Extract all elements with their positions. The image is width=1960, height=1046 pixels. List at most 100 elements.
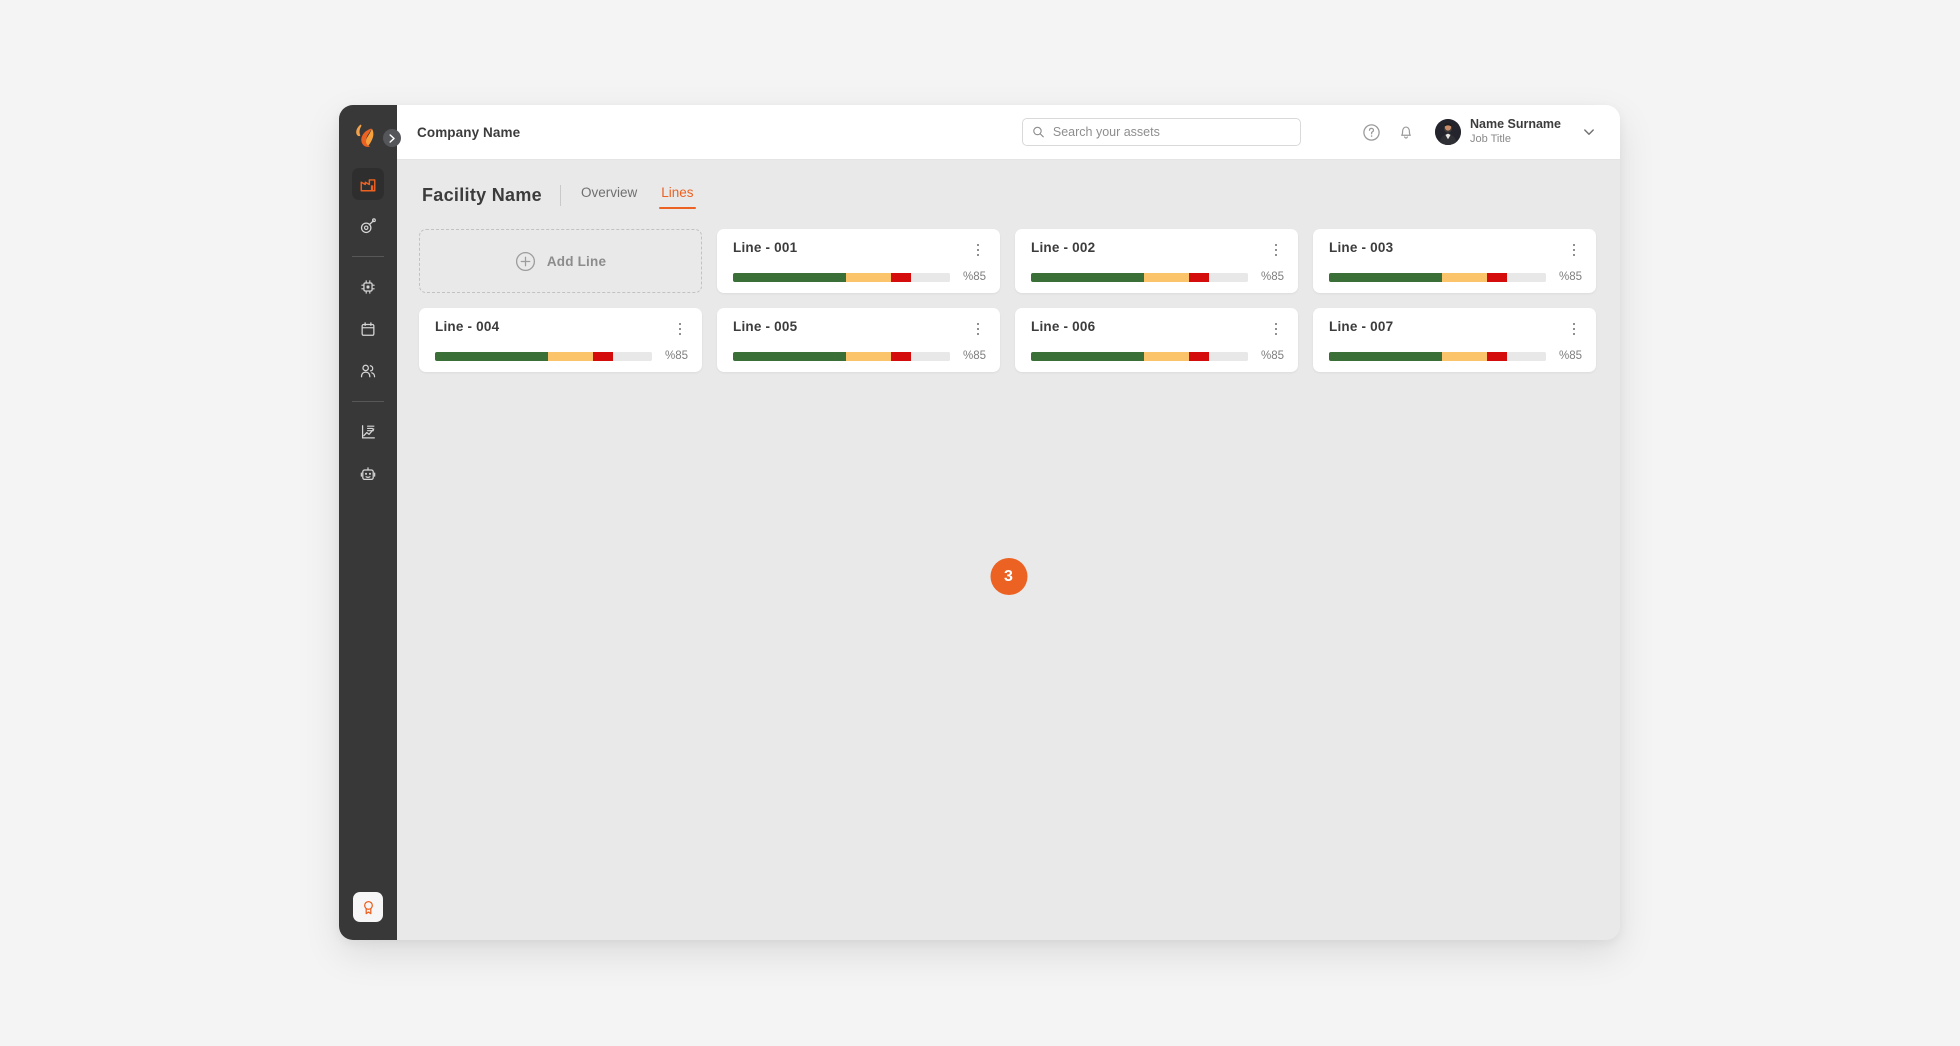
progress-segment [1208,272,1248,282]
line-card-header: Line - 003 [1329,240,1582,259]
sidebar-item-teams[interactable] [352,355,384,387]
bell-icon [1401,126,1411,139]
line-progress-bar [1031,351,1248,361]
line-card-menu-button[interactable] [1566,320,1582,338]
chip-icon [361,280,375,294]
tab-lines[interactable]: Lines [659,182,696,209]
progress-segment [733,272,846,282]
kebab-dot [1274,332,1278,336]
line-card-title: Line - 001 [733,240,798,255]
line-card[interactable]: Line - 001 %85 [717,229,1000,293]
sidebar-divider-1 [352,256,384,257]
report-chart-icon [361,425,375,439]
line-card-menu-button[interactable] [1566,241,1582,259]
plus-circle-icon [515,251,535,271]
avatar-image [1434,119,1461,145]
line-progress-bar [1329,351,1546,361]
collapse-sidebar-button[interactable] [383,129,401,147]
line-progress-row: %85 [733,271,986,283]
line-card[interactable]: Line - 004 %85 [419,308,702,372]
kebab-dot [976,327,980,331]
lines-grid: Add Line Line - 001 %85 Line - 002 %85 Line … [419,229,1596,372]
kebab-dot [1274,322,1278,326]
sidebar-item-assets[interactable] [352,210,384,242]
award-icon [363,900,373,914]
chevron-down-icon [1584,129,1594,135]
line-card[interactable]: Line - 003 %85 [1313,229,1596,293]
line-card-menu-button[interactable] [672,320,688,338]
help-circle-icon [1363,123,1381,141]
line-card-header: Line - 007 [1329,319,1582,338]
line-progress-row: %85 [435,350,688,362]
sidebar-item-factory[interactable] [352,168,384,200]
line-percent-label: %85 [1260,271,1284,283]
progress-segment [910,351,950,361]
line-card-title: Line - 006 [1031,319,1096,334]
progress-segment [845,351,892,361]
sidebar-nav-primary [339,163,397,495]
app-logo[interactable] [348,119,401,153]
progress-segment [1506,272,1546,282]
main-panel: Company Name Search your assets Name Sur… [397,105,1620,940]
line-card-title: Line - 002 [1031,240,1096,255]
line-percent-label: %85 [1558,271,1582,283]
line-card-header: Line - 001 [733,240,986,259]
line-card[interactable]: Line - 006 %85 [1015,308,1298,372]
user-name: Name Surname [1469,117,1561,132]
help-button[interactable] [1357,117,1387,147]
user-menu-toggle[interactable] [1582,125,1596,139]
add-line-label: Add Line [546,253,607,269]
line-card[interactable]: Line - 007 %85 [1313,308,1596,372]
factory-icon [360,179,376,192]
topbar-actions: Name Surname Job Title [1353,117,1596,147]
progress-segment [891,272,911,282]
robot-icon [360,467,376,481]
sidebar-item-achievements[interactable] [353,892,383,922]
app-window: Company Name Search your assets Name Sur… [339,105,1620,940]
tab-overview[interactable]: Overview [579,182,639,209]
progress-segment [1031,272,1144,282]
avatar [1434,119,1461,145]
add-line-button[interactable]: Add Line [419,229,702,293]
progress-segment [845,272,892,282]
line-card-title: Line - 007 [1329,319,1394,334]
line-progress-bar [733,272,950,282]
user-menu[interactable]: Name Surname Job Title [1434,117,1596,146]
progress-segment [891,351,911,361]
line-card-header: Line - 004 [435,319,688,338]
progress-segment [612,351,652,361]
search-icon [1033,126,1044,138]
header-divider [559,185,561,206]
line-card[interactable]: Line - 005 %85 [717,308,1000,372]
search-box[interactable] [1021,118,1301,146]
kebab-dot [1572,332,1576,336]
notifications-button[interactable] [1391,117,1421,147]
kebab-dot [1572,243,1576,247]
line-card-menu-button[interactable] [1268,320,1284,338]
kebab-dot [678,322,682,326]
progress-segment [1189,351,1209,361]
line-card-menu-button[interactable] [1268,241,1284,259]
line-percent-label: %85 [664,350,688,362]
line-card-menu-button[interactable] [970,241,986,259]
line-card-header: Line - 005 [733,319,986,338]
progress-segment [1506,351,1546,361]
search-input[interactable] [1052,125,1291,139]
line-card[interactable]: Line - 002 %85 [1015,229,1298,293]
line-card-menu-button[interactable] [970,320,986,338]
user-info: Name Surname Job Title [1470,117,1561,146]
progress-segment [547,351,594,361]
progress-segment [1143,351,1190,361]
step-badge[interactable]: 3 [990,558,1027,595]
sidebar-item-reports[interactable] [352,416,384,448]
kebab-dot [976,243,980,247]
kebab-dot [678,332,682,336]
progress-segment [1441,272,1488,282]
progress-segment [1031,351,1144,361]
company-name: Company Name [417,124,521,140]
sidebar-item-machines[interactable] [352,271,384,303]
line-percent-label: %85 [962,271,986,283]
sidebar-item-automation[interactable] [352,458,384,490]
sidebar-item-calendar[interactable] [352,313,384,345]
progress-segment [1329,351,1442,361]
